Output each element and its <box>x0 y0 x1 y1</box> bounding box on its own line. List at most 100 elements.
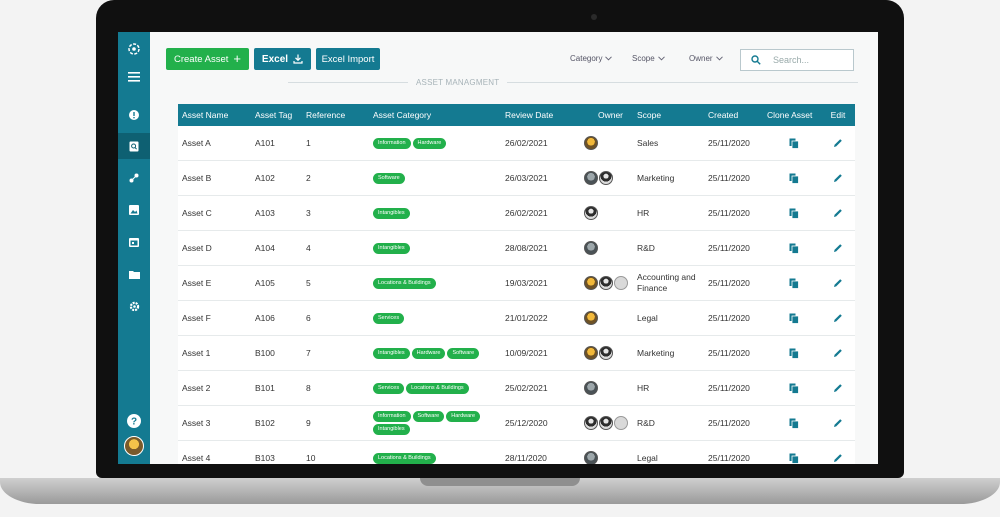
owner-avatar[interactable] <box>584 136 598 150</box>
owner-avatar[interactable] <box>614 416 628 430</box>
header-asset-tag[interactable]: Asset Tag <box>255 110 306 120</box>
header-scope[interactable]: Scope <box>637 110 708 121</box>
image-icon[interactable] <box>118 197 150 223</box>
owner-cell <box>584 171 637 185</box>
header-edit: Edit <box>830 110 846 120</box>
table-row[interactable]: Asset 2 B101 8 Services Locations & Building… <box>178 371 855 406</box>
created-cell: 25/11/2020 <box>708 313 750 323</box>
owner-avatar[interactable] <box>584 171 598 185</box>
header-created[interactable]: Created <box>708 110 767 120</box>
clone-asset-cell <box>767 383 821 394</box>
copy-icon[interactable] <box>789 173 799 184</box>
asset-name-cell[interactable]: Asset 4 <box>178 453 255 463</box>
calendar-icon[interactable] <box>118 229 150 255</box>
asset-name-cell[interactable]: Asset F <box>178 313 255 323</box>
owner-avatar[interactable] <box>584 451 598 464</box>
owner-avatar[interactable] <box>584 206 598 220</box>
asset-name-cell[interactable]: Asset C <box>178 208 255 218</box>
excel-import-button[interactable]: Excel Import <box>316 48 380 70</box>
owner-avatar[interactable] <box>599 416 613 430</box>
copy-icon[interactable] <box>789 208 799 219</box>
asset-name-cell[interactable]: Asset A <box>178 138 255 148</box>
owner-avatar[interactable] <box>584 311 598 325</box>
logo-icon[interactable] <box>118 36 150 62</box>
table-row[interactable]: Asset 3 B102 9 Information Software Hardware I… <box>178 406 855 441</box>
copy-icon[interactable] <box>789 138 799 149</box>
edit-pencil-icon[interactable] <box>833 383 843 393</box>
owner-avatar[interactable] <box>584 241 598 255</box>
owner-avatar[interactable] <box>584 416 598 430</box>
edit-pencil-icon[interactable] <box>833 348 843 358</box>
header-reference[interactable]: Reference <box>306 110 373 120</box>
download-icon <box>293 54 303 64</box>
owner-avatar[interactable] <box>599 346 613 360</box>
category-badge: Hardware <box>411 347 446 359</box>
category-filter[interactable]: Category <box>570 54 613 63</box>
asset-tag-cell: B101 <box>255 383 275 393</box>
asset-search-icon[interactable] <box>118 133 150 159</box>
help-icon[interactable]: ? <box>118 408 150 434</box>
asset-name-cell[interactable]: Asset E <box>178 278 255 288</box>
copy-icon[interactable] <box>789 243 799 254</box>
edit-pencil-icon[interactable] <box>833 453 843 463</box>
asset-tag-cell: A104 <box>255 243 275 253</box>
owner-avatar[interactable] <box>599 171 613 185</box>
copy-icon[interactable] <box>789 278 799 289</box>
table-row[interactable]: Asset 4 B103 10 Locations & Buildings 28/11/… <box>178 441 855 464</box>
copy-icon[interactable] <box>789 453 799 464</box>
edit-cell <box>821 313 855 323</box>
copy-icon[interactable] <box>789 348 799 359</box>
asset-name-cell[interactable]: Asset 3 <box>178 418 255 428</box>
reference-cell: 5 <box>306 278 311 288</box>
edit-pencil-icon[interactable] <box>833 278 843 288</box>
table-body: Asset A A101 1 Information Hardware 26/02/202… <box>178 126 855 464</box>
edit-pencil-icon[interactable] <box>833 243 843 253</box>
edit-pencil-icon[interactable] <box>833 208 843 218</box>
asset-name-cell[interactable]: Asset 2 <box>178 383 255 393</box>
edit-pencil-icon[interactable] <box>833 138 843 148</box>
category-filter-label: Category <box>570 54 603 63</box>
menu-icon[interactable] <box>118 64 150 90</box>
category-badge: Intangibles <box>373 207 410 219</box>
header-owner[interactable]: Owner <box>584 110 637 120</box>
folder-icon[interactable] <box>118 261 150 287</box>
table-row[interactable]: Asset A A101 1 Information Hardware 26/02/202… <box>178 126 855 161</box>
share-icon[interactable] <box>118 165 150 191</box>
table-row[interactable]: Asset C A103 3 Intangibles 26/02/2021 HR 25/11… <box>178 196 855 231</box>
review-date-cell: 26/02/2021 <box>505 208 548 218</box>
asset-name-cell[interactable]: Asset 1 <box>178 348 255 358</box>
header-asset-category[interactable]: Asset Category <box>373 110 505 120</box>
owner-avatar[interactable] <box>584 276 598 290</box>
copy-icon[interactable] <box>789 383 799 394</box>
search-input[interactable]: Search... <box>740 49 854 71</box>
table-row[interactable]: Asset F A106 6 Services 21/01/2022 Legal 25/11… <box>178 301 855 336</box>
create-asset-button[interactable]: Create Asset + <box>166 48 249 70</box>
edit-pencil-icon[interactable] <box>833 418 843 428</box>
user-avatar[interactable] <box>124 436 144 456</box>
edit-pencil-icon[interactable] <box>833 313 843 323</box>
owner-avatar[interactable] <box>614 276 628 290</box>
settings-icon[interactable] <box>118 293 150 319</box>
asset-name-cell[interactable]: Asset B <box>178 173 255 183</box>
asset-name-cell[interactable]: Asset D <box>178 243 255 253</box>
table-row[interactable]: Asset 1 B100 7 Intangibles Hardware Software 1… <box>178 336 855 371</box>
table-row[interactable]: Asset D A104 4 Intangibles 28/08/2021 R&D 25/1… <box>178 231 855 266</box>
copy-icon[interactable] <box>789 313 799 324</box>
header-review-date[interactable]: Review Date <box>505 110 584 120</box>
created-cell: 25/11/2020 <box>708 243 750 253</box>
owner-avatar[interactable] <box>599 276 613 290</box>
scope-filter[interactable]: Scope <box>632 54 665 63</box>
reference-cell: 10 <box>306 453 316 463</box>
review-date-cell: 25/12/2020 <box>505 418 548 428</box>
copy-icon[interactable] <box>789 418 799 429</box>
excel-export-button[interactable]: Excel <box>254 48 311 70</box>
owner-filter[interactable]: Owner <box>689 54 723 63</box>
owner-cell <box>584 451 637 464</box>
header-asset-name[interactable]: Asset Name <box>178 110 255 120</box>
edit-pencil-icon[interactable] <box>833 173 843 183</box>
owner-avatar[interactable] <box>584 346 598 360</box>
table-row[interactable]: Asset B A102 2 Software 26/03/2021 Marketing 2… <box>178 161 855 196</box>
table-row[interactable]: Asset E A105 5 Locations & Buildings 19/03/2… <box>178 266 855 301</box>
alert-icon[interactable] <box>118 102 150 128</box>
owner-avatar[interactable] <box>584 381 598 395</box>
